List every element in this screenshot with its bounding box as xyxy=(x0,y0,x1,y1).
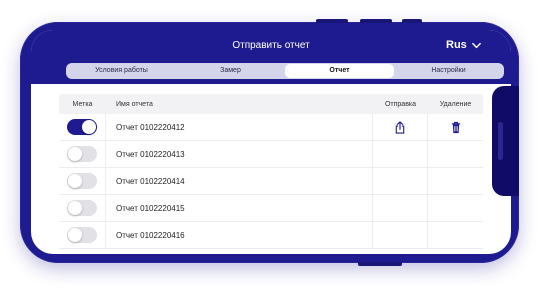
report-name: Отчет 0102220414 xyxy=(106,167,373,195)
report-name: Отчет 0102220412 xyxy=(106,113,373,141)
power-button xyxy=(358,262,402,266)
report-name: Отчет 0102220416 xyxy=(106,221,373,249)
mark-toggle[interactable] xyxy=(67,119,97,135)
mark-toggle[interactable] xyxy=(67,200,97,216)
camera-notch xyxy=(492,86,519,196)
app-header: Отправить отчет Rus Условия работы Замер… xyxy=(31,30,511,84)
volume-button xyxy=(360,19,392,23)
report-name: Отчет 0102220415 xyxy=(106,194,373,222)
tab-report[interactable]: Отчет xyxy=(285,64,394,78)
segmented-tabs: Условия работы Замер Отчет Настройки xyxy=(66,63,504,79)
app-screen: Отправить отчет Rus Условия работы Замер… xyxy=(31,30,511,254)
reports-table: Метка Имя отчета Отправка Удаление Отчет… xyxy=(59,94,483,249)
camera-sensor xyxy=(498,122,503,160)
column-header-mark: Метка xyxy=(72,100,93,108)
toggle-knob xyxy=(82,120,96,134)
share-upload-icon[interactable] xyxy=(394,120,406,134)
table-row: Отчет 0102220415 xyxy=(59,194,483,222)
tab-work-conditions[interactable]: Условия работы xyxy=(67,64,176,78)
mute-switch xyxy=(402,19,422,23)
tab-settings[interactable]: Настройки xyxy=(394,64,503,78)
volume-button xyxy=(316,19,348,23)
tab-measurement[interactable]: Замер xyxy=(176,64,285,78)
table-row: Отчет 0102220413 xyxy=(59,140,483,168)
chevron-down-icon xyxy=(471,42,481,48)
report-name: Отчет 0102220413 xyxy=(106,140,373,168)
mark-toggle[interactable] xyxy=(67,227,97,243)
column-header-delete: Удаление xyxy=(439,100,472,108)
language-label: Rus xyxy=(446,39,467,51)
table-row: Отчет 0102220412 xyxy=(59,113,483,141)
mark-toggle[interactable] xyxy=(67,173,97,189)
table-row: Отчет 0102220416 xyxy=(59,221,483,249)
table-row: Отчет 0102220414 xyxy=(59,167,483,195)
column-header-send: Отправка xyxy=(384,100,417,108)
column-header-name: Имя отчета xyxy=(116,100,153,108)
toggle-knob xyxy=(68,147,82,161)
table-header: Метка Имя отчета Отправка Удаление xyxy=(59,94,483,114)
page-title: Отправить отчет xyxy=(232,40,310,51)
toggle-knob xyxy=(68,174,82,188)
toggle-knob xyxy=(68,228,82,242)
toggle-knob xyxy=(68,201,82,215)
mark-toggle[interactable] xyxy=(67,146,97,162)
language-selector[interactable]: Rus xyxy=(446,39,482,51)
trash-icon[interactable] xyxy=(450,121,462,134)
